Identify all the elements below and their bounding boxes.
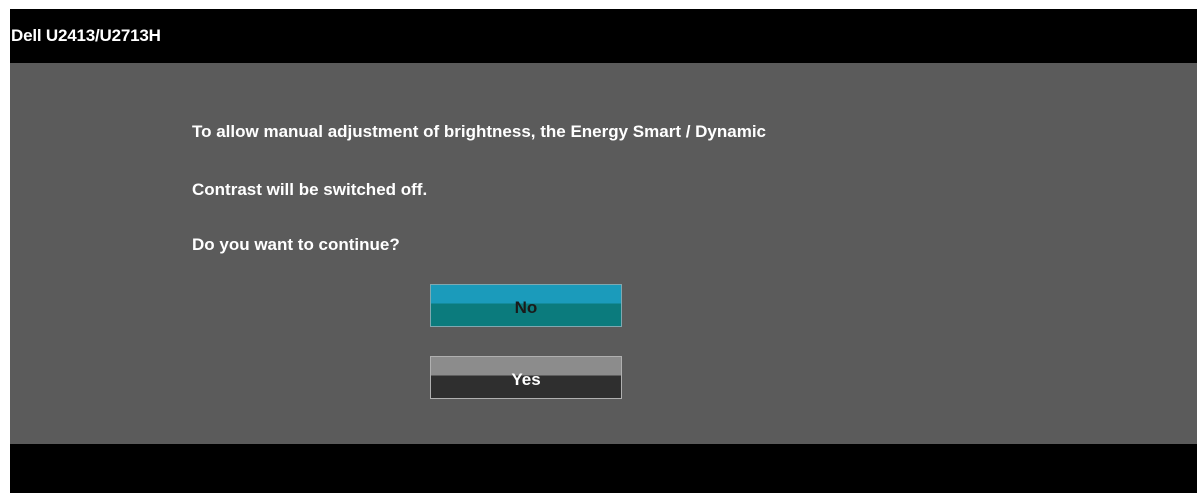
message-line-1: To allow manual adjustment of brightness… [192, 122, 767, 141]
title-bar: Dell U2413/U2713H [10, 9, 1197, 62]
no-button-label: No [514, 297, 538, 317]
yes-button-label: Yes [511, 369, 541, 389]
footer-bar [10, 444, 1197, 493]
no-button[interactable]: No [430, 284, 622, 327]
message-line-2: Contrast will be switched off. [192, 180, 428, 199]
dialog-body: To allow manual adjustment of brightness… [10, 63, 1197, 444]
monitor-model-title: Dell U2413/U2713H [11, 26, 161, 45]
osd-window: Dell U2413/U2713H To allow manual adjust… [10, 9, 1197, 493]
message-line-3: Do you want to continue? [192, 235, 400, 254]
yes-button[interactable]: Yes [430, 356, 622, 399]
